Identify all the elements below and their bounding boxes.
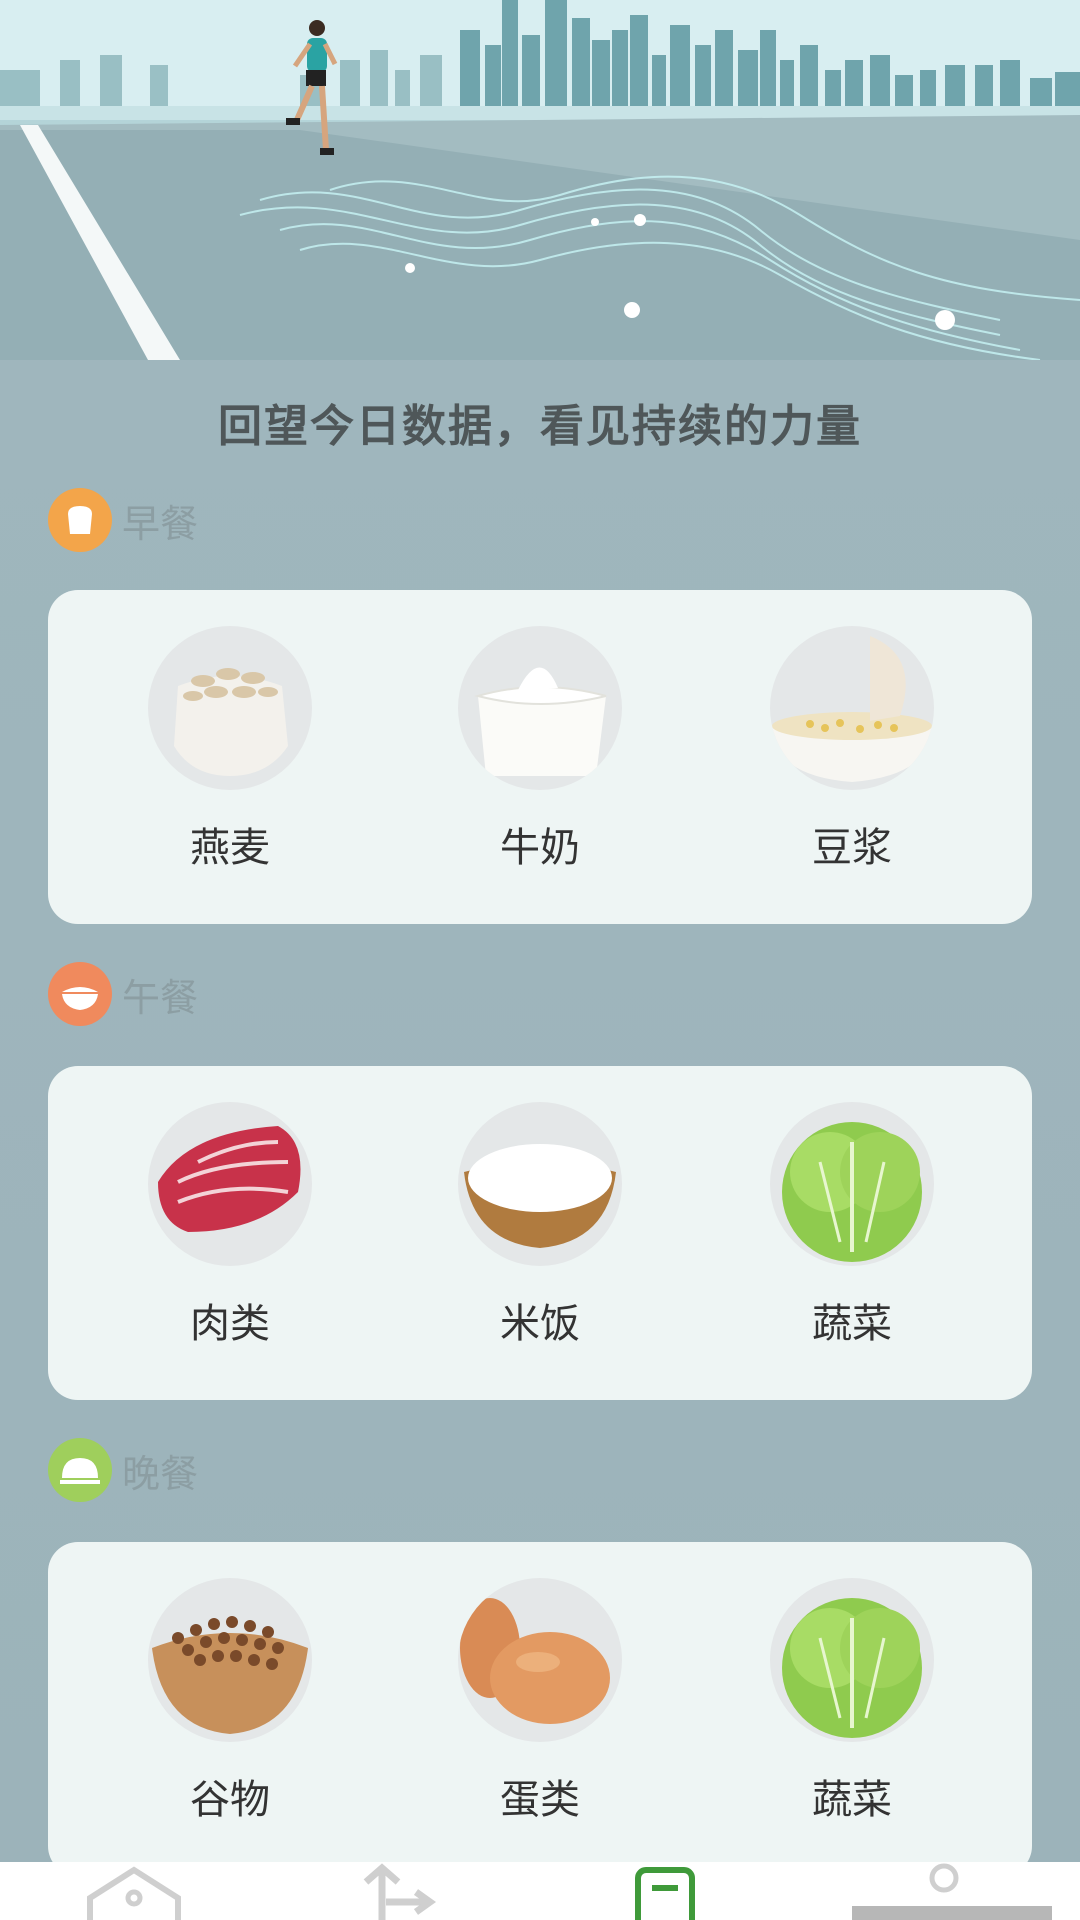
food-item-oats[interactable]: 燕麦 — [120, 626, 340, 886]
record-icon — [635, 1867, 695, 1920]
home-icon — [87, 1866, 181, 1920]
dish-cover-icon — [48, 1438, 112, 1502]
page-slogan: 回望今日数据，看见持续的力量 — [218, 401, 862, 452]
food-label: 肉类 — [190, 1301, 270, 1347]
food-item-milk[interactable]: 牛奶 — [430, 626, 650, 886]
food-label: 牛奶 — [500, 825, 580, 871]
toast-icon — [48, 488, 112, 552]
bottom-tab-bar — [0, 1862, 1080, 1920]
egg-image — [458, 1578, 622, 1742]
food-label: 蔬菜 — [812, 1777, 892, 1823]
food-item-meat[interactable]: 肉类 — [120, 1102, 340, 1362]
food-item-soy-milk[interactable]: 豆浆 — [742, 626, 962, 886]
rice-bowl-icon — [48, 962, 112, 1026]
lettuce-image — [770, 1578, 934, 1742]
home-indicator — [852, 1906, 1052, 1920]
tab-record[interactable] — [614, 1862, 734, 1920]
food-label: 蔬菜 — [812, 1301, 892, 1347]
grain-image — [148, 1578, 312, 1742]
meal-header-lunch: 午餐 — [48, 962, 198, 1026]
soy-milk-image — [770, 626, 934, 790]
route-icon — [363, 1863, 437, 1920]
food-label: 豆浆 — [812, 825, 892, 871]
meal-label: 早餐 — [122, 501, 199, 546]
lettuce-image — [770, 1102, 934, 1266]
food-item-rice[interactable]: 米饭 — [430, 1102, 650, 1362]
meal-label: 晚餐 — [122, 1451, 199, 1496]
rice-image — [458, 1102, 622, 1266]
food-label: 蛋类 — [500, 1777, 580, 1823]
hero-banner — [0, 0, 1080, 360]
food-label: 谷物 — [190, 1777, 270, 1823]
main-content: 回望今日数据，看见持续的力量 早餐 燕麦 牛奶 豆浆 午餐 肉类 米饭 蔬菜 晚… — [0, 360, 1080, 1876]
food-item-vegetable[interactable]: 蔬菜 — [742, 1102, 962, 1362]
meat-image — [148, 1102, 312, 1266]
meal-card-lunch: 肉类 米饭 蔬菜 — [48, 1066, 1032, 1400]
food-item-grain[interactable]: 谷物 — [120, 1578, 340, 1838]
hero-illustration — [0, 0, 1080, 360]
food-label: 米饭 — [500, 1301, 580, 1347]
milk-image — [458, 626, 622, 790]
tab-route[interactable] — [346, 1862, 466, 1920]
meal-label: 午餐 — [122, 975, 199, 1020]
meal-card-breakfast: 燕麦 牛奶 豆浆 — [48, 590, 1032, 924]
meal-header-dinner: 晚餐 — [48, 1438, 198, 1502]
food-item-vegetable[interactable]: 蔬菜 — [742, 1578, 962, 1838]
oats-image — [148, 626, 312, 790]
tab-home[interactable] — [76, 1862, 196, 1920]
meal-card-dinner: 谷物 蛋类 蔬菜 — [48, 1542, 1032, 1876]
food-item-egg[interactable]: 蛋类 — [430, 1578, 650, 1838]
meal-header-breakfast: 早餐 — [48, 488, 198, 552]
food-label: 燕麦 — [190, 825, 270, 871]
